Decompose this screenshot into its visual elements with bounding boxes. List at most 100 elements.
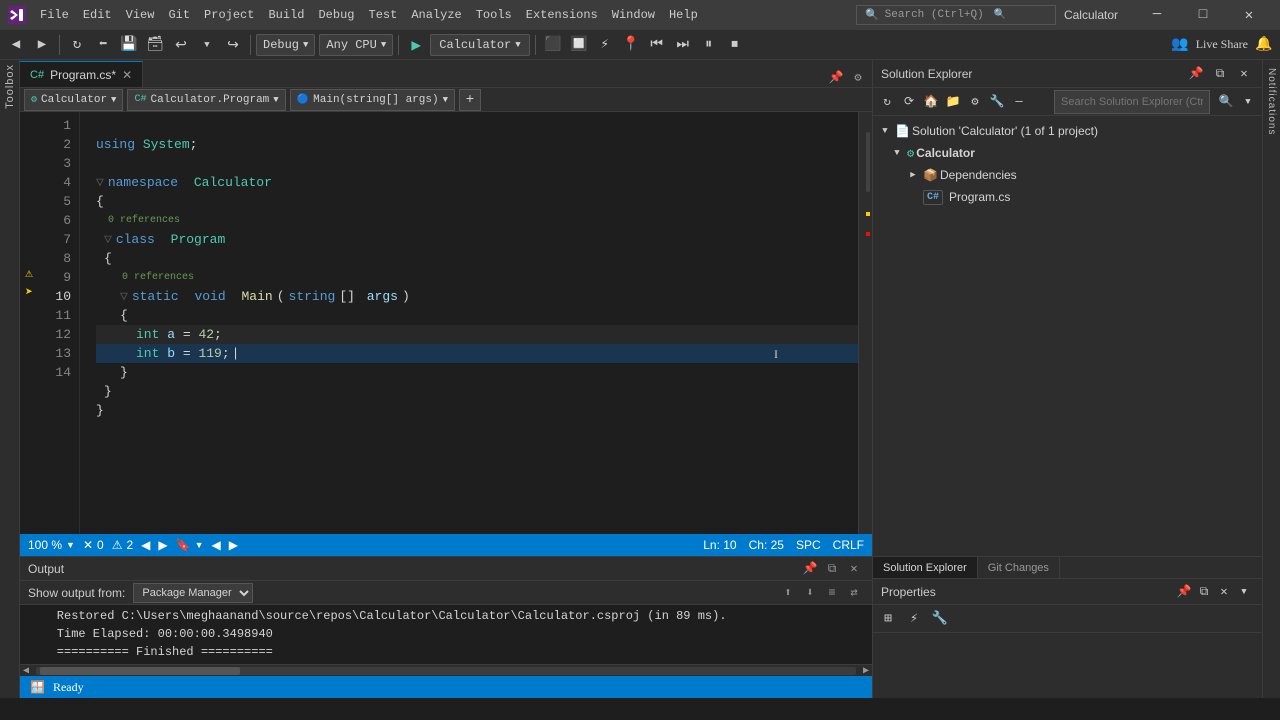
nav-class-dropdown[interactable]: C# Calculator.Program ▼ <box>127 89 285 111</box>
tb-undo[interactable]: ↩ <box>169 33 193 57</box>
menu-help[interactable]: Help <box>663 6 704 24</box>
tb-notifications[interactable]: 🔔 <box>1252 33 1276 57</box>
nav-namespace-dropdown[interactable]: ⚙ Calculator ▼ <box>24 89 123 111</box>
status-git2[interactable]: ▶ <box>229 538 238 552</box>
bottom-scroll-track[interactable] <box>36 667 856 675</box>
se-search-btn[interactable]: 🔍 <box>1216 92 1236 112</box>
se-float-btn[interactable]: ⧉ <box>1210 64 1230 84</box>
project-dropdown[interactable]: Calculator ▼ <box>430 34 529 56</box>
live-share-label[interactable]: Live Share <box>1196 37 1248 52</box>
bottom-scrollbar[interactable]: ◀ ▶ <box>20 664 872 676</box>
menu-git[interactable]: Git <box>162 6 196 24</box>
debug-config-dropdown[interactable]: Debug ▼ <box>256 34 315 56</box>
menu-tools[interactable]: Tools <box>470 6 518 24</box>
se-refresh-btn[interactable]: ⟳ <box>899 92 919 112</box>
output-action2[interactable]: ⬇ <box>800 583 820 603</box>
output-pin[interactable]: 📌 <box>800 559 820 579</box>
props-close[interactable]: ✕ <box>1214 582 1234 602</box>
forward-button[interactable]: ▶ <box>30 33 54 57</box>
se-folder-btn[interactable]: 📁 <box>943 92 963 112</box>
output-float[interactable]: ⧉ <box>822 559 842 579</box>
menu-project[interactable]: Project <box>198 6 260 24</box>
tree-dependencies[interactable]: ▶ 📦 Dependencies <box>873 164 1262 186</box>
status-encoding[interactable]: CRLF <box>833 538 864 552</box>
se-search-input[interactable] <box>1054 90 1210 114</box>
tb-btn7[interactable]: ⏮ <box>645 33 669 57</box>
output-close[interactable]: ✕ <box>844 559 864 579</box>
nav-method-dropdown[interactable]: 🔵 Main(string[] args) ▼ <box>290 89 455 111</box>
tab-action-pin[interactable]: 📌 <box>826 67 846 87</box>
tb-redo[interactable]: ↪ <box>221 33 245 57</box>
props-pin[interactable]: 📌 <box>1174 582 1194 602</box>
minimize-button[interactable]: ─ <box>1134 0 1180 30</box>
tb-btn5[interactable]: ⚡ <box>593 33 617 57</box>
back-button[interactable]: ◀ <box>4 33 28 57</box>
props-sort-btn[interactable]: ⚡ <box>903 608 925 630</box>
output-action4[interactable]: ⇄ <box>844 583 864 603</box>
tb-btn3[interactable]: ⬛ <box>541 33 565 57</box>
tb-btn8[interactable]: ⏭ <box>671 33 695 57</box>
expand-project[interactable]: ▼ <box>889 145 905 161</box>
se-filter-btn[interactable]: 🔧 <box>987 92 1007 112</box>
tb-save[interactable]: 💾 <box>117 33 141 57</box>
tb-btn10[interactable]: ⏹ <box>723 33 747 57</box>
scroll-right-arrow[interactable]: ▶ <box>860 665 872 677</box>
menu-window[interactable]: Window <box>606 6 661 24</box>
status-bookmark[interactable]: 🔖 ▼ <box>176 538 204 552</box>
menu-file[interactable]: File <box>34 6 75 24</box>
title-search-box[interactable]: 🔍 Search (Ctrl+Q) 🔍 <box>856 5 1056 25</box>
menu-build[interactable]: Build <box>262 6 310 24</box>
status-nav-fwd[interactable]: ▶ <box>158 538 167 552</box>
output-action3[interactable]: ≡ <box>822 583 842 603</box>
menu-test[interactable]: Test <box>363 6 404 24</box>
expand-dependencies[interactable]: ▶ <box>905 167 921 183</box>
se-home-btn[interactable]: 🏠 <box>921 92 941 112</box>
output-action1[interactable]: ⬆ <box>778 583 798 603</box>
status-errors[interactable]: ✕ 0 <box>83 538 104 552</box>
tb-btn4[interactable]: 🔲 <box>567 33 591 57</box>
tree-solution[interactable]: ▼ 📄 Solution 'Calculator' (1 of 1 projec… <box>873 120 1262 142</box>
menu-extensions[interactable]: Extensions <box>520 6 604 24</box>
output-source-select[interactable]: Package Manager Build Debug <box>133 583 253 603</box>
platform-dropdown[interactable]: Any CPU ▼ <box>319 34 393 56</box>
nav-add-button[interactable]: + <box>459 89 481 111</box>
menu-edit[interactable]: Edit <box>77 6 118 24</box>
se-settings-btn[interactable]: ⚙ <box>965 92 985 112</box>
props-wrench-btn[interactable]: 🔧 <box>929 608 951 630</box>
menu-view[interactable]: View <box>120 6 161 24</box>
tb-btn9[interactable]: ⏸ <box>697 33 721 57</box>
menu-debug[interactable]: Debug <box>312 6 360 24</box>
tb-undo-drop[interactable]: ▼ <box>195 33 219 57</box>
expand-solution[interactable]: ▼ <box>877 123 893 139</box>
status-nav-back[interactable]: ◀ <box>141 538 150 552</box>
code-editor[interactable]: ⚠ ➤ 1 2 3 4 5 6 7 8 9 <box>20 112 872 534</box>
status-warnings[interactable]: ⚠ 2 <box>112 538 133 552</box>
tree-project[interactable]: ▼ ⚙ Calculator <box>873 142 1262 164</box>
collapse-method[interactable]: ▽ <box>120 287 128 306</box>
tab-program-cs[interactable]: C# Program.cs* ✕ <box>20 61 143 87</box>
props-grid-btn[interactable]: ⊞ <box>877 608 899 630</box>
se-close-btn[interactable]: ✕ <box>1234 64 1254 84</box>
collapse-class[interactable]: ▽ <box>104 230 112 249</box>
se-sync-btn[interactable]: ↻ <box>877 92 897 112</box>
run-button[interactable]: ▶ <box>404 33 428 57</box>
refresh-button[interactable]: ↻ <box>65 33 89 57</box>
tb-btn6[interactable]: 📍 <box>619 33 643 57</box>
tab-action-menu[interactable]: ⚙ <box>848 67 868 87</box>
close-button[interactable]: ✕ <box>1226 0 1272 30</box>
tree-programcs[interactable]: C# Program.cs <box>873 186 1262 208</box>
status-git[interactable]: ◀ <box>212 538 221 552</box>
tab-close-button[interactable]: ✕ <box>122 68 132 82</box>
tb-save-all[interactable]: 🗃 <box>143 33 167 57</box>
menu-analyze[interactable]: Analyze <box>405 6 467 24</box>
editor-scrollbar[interactable] <box>858 112 872 534</box>
se-pin-btn[interactable]: 📌 <box>1186 64 1206 84</box>
scroll-left-arrow[interactable]: ◀ <box>20 665 32 677</box>
code-content[interactable]: using System; ▽ namespace Calculator { <box>80 112 858 534</box>
se-tab-git[interactable]: Git Changes <box>978 557 1060 579</box>
props-down[interactable]: ▼ <box>1234 582 1254 602</box>
se-minus-btn[interactable]: ─ <box>1009 92 1029 112</box>
se-tab-solution[interactable]: Solution Explorer <box>873 557 978 579</box>
status-zoom[interactable]: 100 % ▼ <box>28 538 75 552</box>
tb-btn2[interactable]: ⬅ <box>91 33 115 57</box>
